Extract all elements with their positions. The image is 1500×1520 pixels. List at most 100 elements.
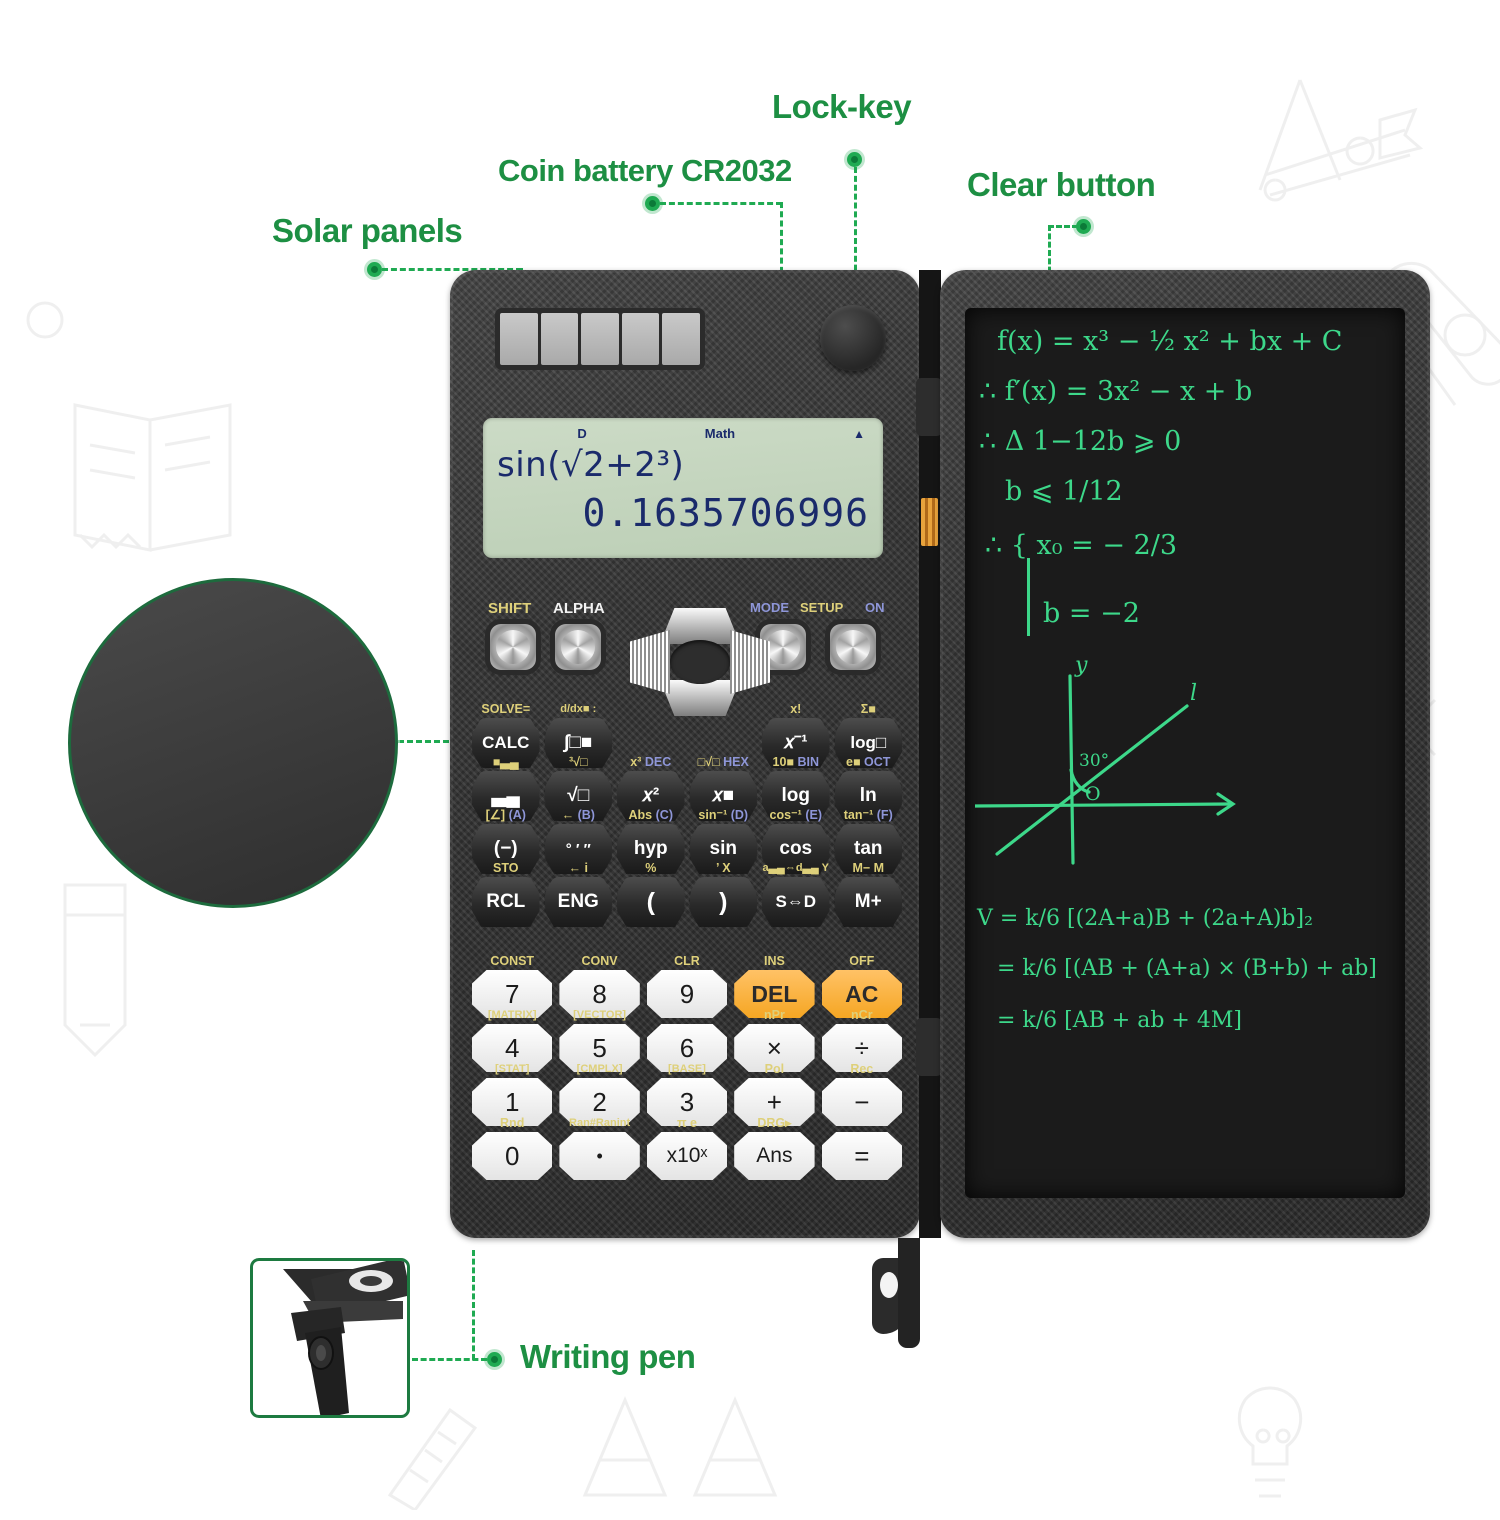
callout-coin-battery: Coin battery CR2032 <box>498 153 792 188</box>
open-paren-button[interactable]: ( <box>617 877 685 927</box>
key-cell-minus: Rec − <box>821 1062 902 1126</box>
note-line-2: ∴ f′(x) = 3x² − x + b <box>979 376 1253 407</box>
shift-key-label: SHIFT <box>488 600 532 617</box>
dpad-up-arrow[interactable] <box>660 608 740 644</box>
lcd-expression: sin(√2+2³) <box>497 445 685 485</box>
equals-button[interactable]: = <box>821 1132 902 1180</box>
watermark-clothespin <box>1258 79 1424 202</box>
shift-label-text: cos⁻¹ <box>769 808 802 822</box>
shift-label: INS <box>763 954 785 968</box>
dpad-right-arrow[interactable] <box>730 630 770 694</box>
pen-inset-illustration <box>283 1261 407 1415</box>
note-volume-1: V = k/6 [(2A+a)B + (2a+A)b]₂ <box>977 906 1313 931</box>
stylus-pen-hole <box>880 1272 898 1298</box>
sd-toggle-button[interactable]: S⇔D <box>762 877 830 927</box>
alpha-label-text: OCT <box>864 755 891 769</box>
handdrawn-coordinate-graph: y l 30° O <box>975 658 1236 865</box>
eng-button[interactable]: ENG <box>544 877 612 927</box>
shift-button[interactable] <box>490 624 536 670</box>
indicator-math: Math <box>704 426 736 441</box>
shift-label: cos⁻¹ (E) <box>762 808 830 822</box>
number-row-4: Rnd 0 Ran#Ranint • π e x10ˣ DRG▸ Ans = <box>472 1116 902 1180</box>
calculator-lcd-display: D Math ▲ sin(√2+2³) 0.1635706996 <box>483 418 883 558</box>
solar-cell <box>621 313 660 365</box>
shift-label: e■ OCT <box>835 755 903 769</box>
shift-label: π e <box>676 1116 697 1130</box>
shift-label-text: sin⁻¹ <box>698 808 728 822</box>
leader-pen-v <box>472 1250 475 1360</box>
graph-angle-label: 30° <box>1079 751 1109 771</box>
solar-cell <box>500 313 538 365</box>
shift-label: M− M <box>852 861 885 875</box>
direction-pad[interactable] <box>630 608 770 716</box>
hinge-tab-top <box>916 378 942 436</box>
key-cell-exponent: π e x10ˣ <box>646 1116 728 1180</box>
shift-label: sin⁻¹ (D) <box>690 808 758 822</box>
shift-label: CONV <box>581 954 618 968</box>
note-line-4: b ⩽ 1/12 <box>1005 476 1123 507</box>
rcl-button[interactable]: RCL <box>472 877 540 927</box>
shift-label: x! <box>790 702 802 716</box>
leader-clear-h <box>1048 225 1078 228</box>
minus-button[interactable]: − <box>821 1078 902 1126</box>
answer-button[interactable]: Ans <box>734 1132 815 1180</box>
leader-battery-h <box>660 202 782 205</box>
note-line-6: b = −2 <box>1043 598 1140 629</box>
callout-writing-pen: Writing pen <box>520 1338 696 1375</box>
shift-label: [∠] (A) <box>472 808 540 822</box>
solar-cell <box>581 313 619 365</box>
key-cell-9: CLR 9 <box>646 954 728 1018</box>
marker-clear-button <box>1076 219 1091 234</box>
stylus-pen-body[interactable] <box>898 1238 920 1348</box>
shift-label: ← i <box>568 861 588 875</box>
shift-label-text: [∠] <box>485 808 506 822</box>
alpha-label-text: BIN <box>797 755 819 769</box>
dpad-down-arrow[interactable] <box>660 680 740 716</box>
note-line-3: ∴ Δ 1−12b ⩾ 0 <box>979 426 1182 457</box>
alpha-key-label: ALPHA <box>553 600 605 617</box>
alpha-label-text: (A) <box>508 808 526 822</box>
key-cell-rcl: STO RCL <box>472 861 540 927</box>
setup-key-label: SETUP <box>800 600 844 615</box>
alpha-label-text: (D) <box>730 808 749 822</box>
memory-plus-button[interactable]: M+ <box>834 877 902 927</box>
keypad-magnifier-circle: SOLVE= ddx CALC ∫ ▃▄ ³√□ x³ DEC ▃▄ √□ 𝑥²… <box>68 578 398 908</box>
note-volume-2: = k/6 [(AB + (A+a) × (B+b) + ab] <box>997 956 1377 981</box>
key-cell-eng: ← i ENG <box>544 861 612 927</box>
dpad-left-arrow[interactable] <box>630 630 670 694</box>
indicator-degree: D <box>577 426 587 441</box>
number-key-grid: CONST 7 CONV 8 CLR 9 INS DEL OFF AC [MAT… <box>472 954 902 1186</box>
shift-label: nCr <box>851 1008 873 1022</box>
shift-label: ← (B) <box>545 808 613 822</box>
shift-label: Σ■ <box>860 702 876 716</box>
close-paren-button[interactable]: ) <box>689 877 757 927</box>
watermark-pencils <box>582 1396 778 1497</box>
lcd-writing-screen[interactable]: f(x) = x³ − ½ x² + bx + C ∴ f′(x) = 3x² … <box>965 308 1405 1198</box>
decimal-point-button[interactable]: • <box>559 1132 640 1180</box>
shift-label: a▃▄⇔d▃▄ Y <box>762 862 830 874</box>
shift-label-text: tan⁻¹ <box>843 808 874 822</box>
shift-label: □√□ HEX <box>690 755 758 769</box>
watermark-ring-o <box>26 301 64 339</box>
digit-9-button[interactable]: 9 <box>646 970 728 1018</box>
alpha-label-text: (F) <box>876 808 893 822</box>
key-cell-open-paren: % ( <box>617 861 685 927</box>
shift-label-text: e■ <box>846 755 861 769</box>
dpad-center[interactable] <box>670 640 730 684</box>
on-button[interactable] <box>830 624 876 670</box>
shift-label: ’ X <box>715 861 731 875</box>
alpha-label-text: (C) <box>655 808 673 822</box>
watermark-bulb <box>1237 1386 1303 1498</box>
callout-solar-panels: Solar panels <box>272 212 463 249</box>
shift-label: % <box>645 861 657 875</box>
shift-label: tan⁻¹ (F) <box>835 808 903 822</box>
lock-key-button[interactable] <box>820 305 886 371</box>
lcd-indicator-row: D Math ▲ <box>497 426 869 441</box>
alpha-button[interactable] <box>555 624 601 670</box>
function-row-4: STO RCL ← i ENG % ( ’ X ) a▃▄⇔d▃▄ Y S⇔D … <box>472 861 902 927</box>
digit-0-button[interactable]: 0 <box>472 1132 553 1180</box>
writing-pen-inset-photo <box>250 1258 410 1418</box>
shift-label-text: x³ <box>630 755 642 769</box>
shift-label: d/dx■ : <box>560 703 597 715</box>
exponent-button[interactable]: x10ˣ <box>646 1132 728 1180</box>
